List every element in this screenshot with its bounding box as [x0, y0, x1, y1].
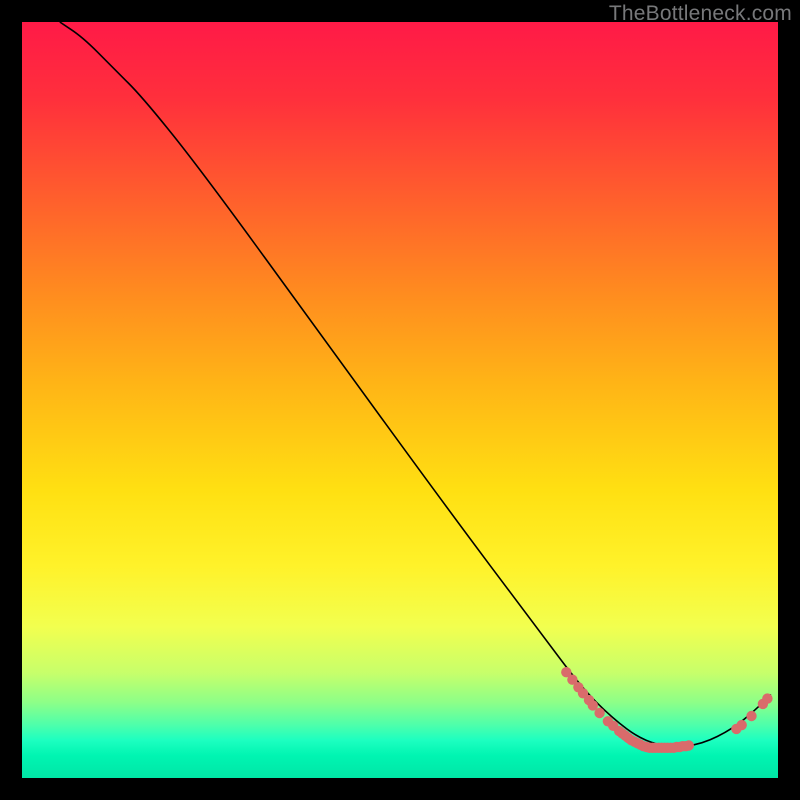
watermark-text: TheBottleneck.com — [609, 2, 792, 26]
chart-frame: TheBottleneck.com — [0, 0, 800, 800]
data-point — [594, 708, 604, 718]
plot-area — [22, 22, 778, 778]
bottleneck-curve — [60, 22, 771, 747]
data-point — [684, 740, 694, 750]
data-points — [561, 667, 773, 753]
data-point — [762, 693, 772, 703]
data-point — [737, 720, 747, 730]
chart-svg — [22, 22, 778, 778]
data-point — [746, 711, 756, 721]
